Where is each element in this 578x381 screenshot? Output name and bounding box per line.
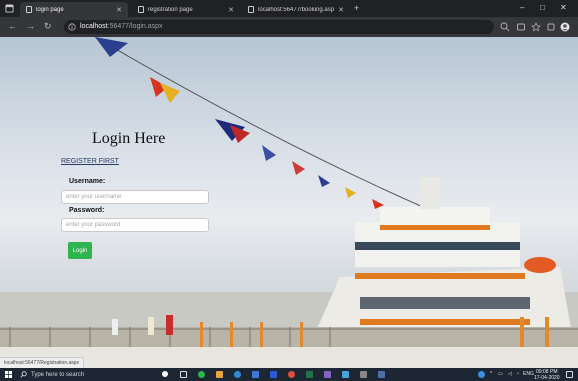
browser-tab-strip: login page ✕ registration page ✕ localho…: [0, 0, 578, 17]
word-icon[interactable]: [270, 371, 277, 378]
battery-icon[interactable]: ▭: [498, 371, 503, 377]
windows-taskbar: Type here to search ^ ▭ ◁ ◔ ENG 09:08 PM…: [0, 368, 578, 381]
windows-start-icon[interactable]: [5, 371, 12, 378]
password-input[interactable]: [61, 218, 209, 232]
close-tab-icon[interactable]: ✕: [338, 6, 344, 14]
page-viewport: Login Here REGISTER FIRST Username: Pass…: [0, 37, 578, 368]
excel-icon[interactable]: [306, 371, 313, 378]
page-icon: [248, 6, 254, 13]
app-icon-2[interactable]: [378, 371, 385, 378]
app-icon[interactable]: [360, 371, 367, 378]
close-tab-icon[interactable]: ✕: [116, 6, 122, 14]
store-icon[interactable]: [252, 371, 259, 378]
visual-studio-icon[interactable]: [324, 371, 331, 378]
tab-label: localhost:56477/booking.aspx: [258, 6, 335, 13]
search-icon: [20, 371, 27, 378]
login-button[interactable]: Login: [68, 242, 92, 259]
clock-date: 17-04-2020: [534, 375, 560, 381]
whatsapp-icon[interactable]: [198, 371, 205, 378]
collections-icon[interactable]: [546, 22, 556, 32]
search-placeholder: Type here to search: [31, 371, 85, 378]
tray-app-icon[interactable]: [478, 371, 485, 378]
edge-icon[interactable]: [234, 371, 241, 378]
profile-avatar-icon[interactable]: [560, 22, 570, 32]
favorite-star-icon[interactable]: [531, 22, 541, 32]
taskbar-search-box[interactable]: Type here to search: [20, 368, 150, 381]
address-bar[interactable]: localhost:56477/login.aspx: [64, 20, 494, 34]
username-input[interactable]: [61, 190, 209, 204]
extension-icon[interactable]: [516, 22, 526, 32]
close-window-icon[interactable]: ✕: [560, 3, 567, 12]
tab-label: registration page: [148, 6, 193, 13]
tab-booking-page[interactable]: localhost:56477/booking.aspx ✕: [242, 2, 350, 17]
task-view-icon[interactable]: [180, 371, 187, 378]
file-explorer-icon[interactable]: [216, 371, 223, 378]
url-host: localhost: [80, 23, 108, 30]
tab-label: login page: [36, 6, 64, 13]
page-title: Login Here: [92, 130, 166, 147]
close-tab-icon[interactable]: ✕: [228, 6, 234, 14]
tab-login-page[interactable]: login page ✕: [20, 2, 128, 17]
tray-chevron-icon[interactable]: ^: [490, 371, 492, 377]
page-icon: [26, 6, 32, 13]
tab-registration-page[interactable]: registration page ✕: [132, 2, 240, 17]
language-indicator[interactable]: ENG: [523, 371, 534, 377]
zoom-icon[interactable]: [500, 22, 510, 32]
forward-icon[interactable]: →: [26, 21, 35, 31]
network-icon[interactable]: ◔: [516, 371, 519, 377]
register-first-link[interactable]: REGISTER FIRST: [61, 158, 119, 165]
username-label: Username:: [69, 178, 106, 185]
mail-icon[interactable]: [342, 371, 349, 378]
chrome-icon[interactable]: [288, 371, 295, 378]
volume-icon[interactable]: ◁: [508, 371, 512, 377]
notifications-icon[interactable]: [566, 371, 573, 378]
maximize-icon[interactable]: □: [540, 3, 545, 12]
site-info-icon[interactable]: [68, 23, 76, 31]
status-bar-url: localhost:56477/Registration.aspx: [0, 357, 85, 368]
taskbar-clock[interactable]: 09:08 PM 17-04-2020: [534, 369, 560, 381]
url-path: :56477/login.aspx: [107, 23, 163, 30]
reload-icon[interactable]: ↻: [44, 21, 52, 32]
minimize-icon[interactable]: –: [520, 3, 524, 12]
browser-window-icon[interactable]: [5, 4, 14, 13]
password-label: Password:: [69, 207, 105, 214]
cortana-icon[interactable]: [162, 371, 168, 377]
page-icon: [138, 6, 144, 13]
new-tab-icon[interactable]: +: [354, 3, 359, 13]
browser-toolbar: ← → ↻ localhost:56477/login.aspx: [0, 17, 578, 37]
back-icon[interactable]: ←: [8, 21, 17, 31]
